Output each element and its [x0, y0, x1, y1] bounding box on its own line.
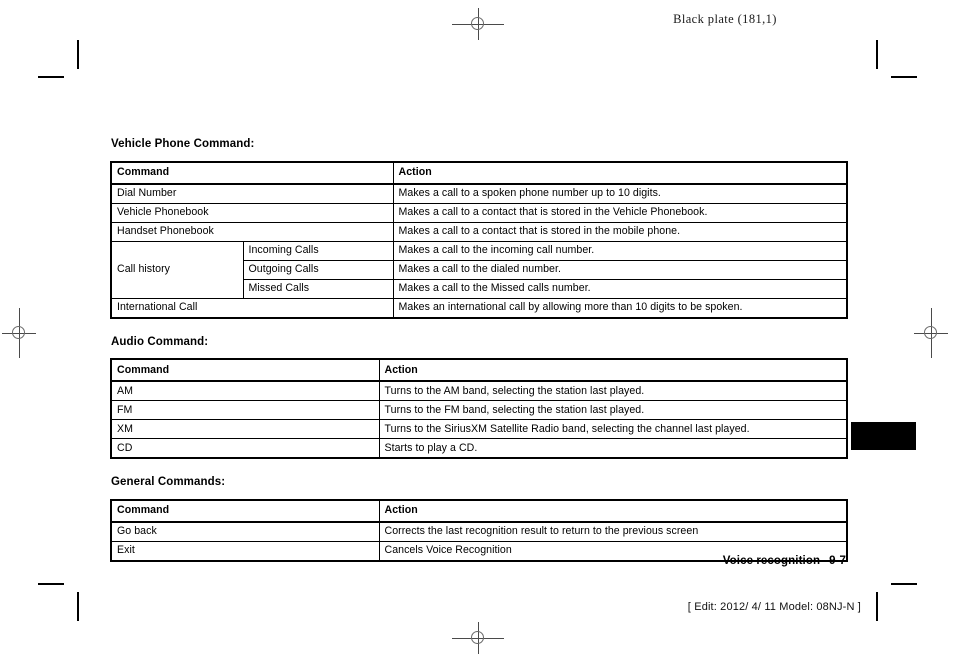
crop-mark-top-right-horizontal: [891, 76, 917, 78]
table-row: AM Turns to the AM band, selecting the s…: [110, 381, 848, 402]
cell-action: Makes a call to a spoken phone number up…: [392, 183, 848, 204]
column-header-command: Command: [110, 358, 380, 383]
table-header-row: Command Action: [110, 499, 848, 523]
registration-mark-right: [914, 308, 948, 358]
table-row: Go back Corrects the last recognition re…: [110, 521, 848, 542]
cell-action: Turns to the SiriusXM Satellite Radio ba…: [378, 419, 848, 440]
page-content: Vehicle Phone Command: Command Action Di…: [110, 138, 848, 562]
table-row: Call history Incoming Calls Makes a call…: [110, 240, 848, 299]
cell-command: Vehicle Phonebook: [110, 202, 394, 223]
cell-subcommand: Incoming Calls: [242, 240, 394, 261]
cell-command-call-history: Call history: [110, 240, 244, 299]
cell-action: Corrects the last recognition result to …: [378, 521, 848, 542]
table-row: Handset Phonebook Makes a call to a cont…: [110, 221, 848, 242]
cell-command: Exit: [110, 540, 380, 562]
cell-action: Makes a call to a contact that is stored…: [392, 202, 848, 223]
registration-circle: [12, 326, 25, 339]
cell-action: Makes a call to a contact that is stored…: [392, 221, 848, 242]
section-title: Vehicle Phone Command:: [111, 138, 255, 150]
vehicle-phone-command-table: Command Action Dial Number Makes a call …: [110, 160, 848, 319]
cell-action: Turns to the FM band, selecting the stat…: [378, 400, 848, 421]
registration-circle: [471, 631, 484, 644]
crop-mark-bottom-left-horizontal: [38, 583, 64, 585]
registration-mark-top: [452, 8, 504, 40]
section-vehicle-phone-command: Vehicle Phone Command: Command Action Di…: [110, 138, 848, 319]
section-title: General Commands:: [111, 476, 226, 489]
general-commands-table: Command Action Go back Corrects the last…: [110, 498, 848, 562]
table-header-row: Command Action: [110, 358, 848, 383]
cell-command: FM: [110, 400, 380, 421]
cell-action: Makes a call to the incoming call number…: [392, 240, 848, 261]
table-header-row: Command Action: [110, 161, 848, 185]
cell-command: AM: [110, 381, 380, 402]
cell-action: Makes a call to the dialed number.: [392, 259, 848, 280]
cell-command: Go back: [110, 521, 380, 542]
crop-mark-bottom-right-vertical: [876, 592, 878, 621]
cell-subcommand: Outgoing Calls: [242, 259, 394, 280]
crop-mark-top-left-vertical: [77, 40, 79, 69]
crop-mark-bottom-right-horizontal: [891, 583, 917, 585]
cell-command: Handset Phonebook: [110, 221, 394, 242]
table-row: Dial Number Makes a call to a spoken pho…: [110, 183, 848, 204]
cell-command: CD: [110, 438, 380, 459]
section-audio-command: Audio Command: Command Action AM Turns t…: [110, 335, 848, 460]
section-general-commands: General Commands: Command Action Go back…: [110, 476, 848, 562]
cell-action: Makes a call to the Missed calls number.: [392, 278, 848, 299]
section-title: Audio Command:: [111, 335, 209, 348]
crop-mark-top-left-horizontal: [38, 76, 64, 78]
audio-command-table: Command Action AM Turns to the AM band, …: [110, 358, 848, 460]
column-header-command: Command: [110, 499, 380, 523]
thumb-index-tab: [851, 422, 916, 450]
column-header-action: Action: [378, 499, 848, 523]
registration-mark-left: [2, 308, 36, 358]
footer-edit-line: [ Edit: 2012/ 4/ 11 Model: 08NJ-N ]: [687, 601, 861, 613]
registration-mark-bottom: [452, 622, 504, 654]
table-row: XM Turns to the SiriusXM Satellite Radio…: [110, 419, 848, 440]
running-head-black-plate: Black plate (181,1): [673, 12, 777, 26]
footer-section-title: Voice recognition: [722, 555, 821, 567]
cell-action: Starts to play a CD.: [378, 438, 848, 459]
table-row: Vehicle Phonebook Makes a call to a cont…: [110, 202, 848, 223]
footer-folio: Voice recognition 9-7: [723, 555, 846, 567]
column-header-action: Action: [378, 358, 848, 383]
cell-command: XM: [110, 419, 380, 440]
cell-action: Turns to the AM band, selecting the stat…: [378, 381, 848, 402]
cell-action: Makes an international call by allowing …: [392, 297, 848, 319]
cell-command: International Call: [110, 297, 394, 319]
table-row: International Call Makes an internationa…: [110, 297, 848, 319]
column-header-command: Command: [110, 161, 394, 185]
registration-circle: [924, 326, 937, 339]
cell-subcommand: Missed Calls: [242, 278, 394, 299]
crop-mark-top-right-vertical: [876, 40, 878, 69]
crop-mark-bottom-left-vertical: [77, 592, 79, 621]
registration-circle: [471, 17, 484, 30]
column-header-action: Action: [392, 161, 848, 185]
footer-page-number: 9-7: [829, 555, 846, 567]
table-row: FM Turns to the FM band, selecting the s…: [110, 400, 848, 421]
cell-command: Dial Number: [110, 183, 394, 204]
table-row: CD Starts to play a CD.: [110, 438, 848, 459]
